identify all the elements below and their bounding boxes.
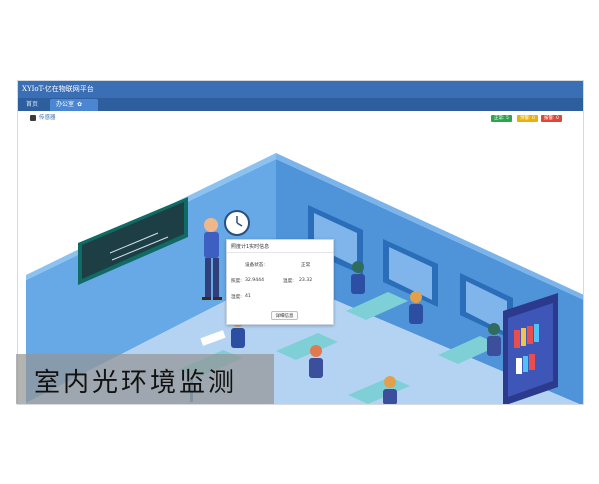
status-label: 设备状态: [245, 263, 265, 268]
temperature-value: 23.32 [299, 278, 313, 283]
popup-title: 照度计1实时信息 [231, 244, 270, 250]
checkbox-checked-icon[interactable] [30, 115, 36, 121]
status-value: 正常 [301, 263, 311, 268]
humidity-label: 湿度: [231, 295, 242, 300]
caption-banner: 室内光环境监测 [16, 354, 274, 404]
normal-count-badge: 正常: 5 [491, 115, 512, 122]
tab-office-label: 办公室 [56, 101, 75, 108]
illuminance-label: 照度: [231, 279, 242, 284]
tab-home-label: 首页 [26, 101, 39, 108]
gear-icon[interactable]: ✿ [77, 101, 82, 108]
illuminance-value: 32.9444 [245, 278, 264, 283]
tab-office[interactable]: 办公室 ✿ [50, 99, 98, 111]
sensor-info-popup: 照度计1实时信息 设备状态: 正常 照度: 32.9444 温度: 23.32 … [226, 239, 334, 325]
window-title: XYIoT-亿在物联网平台 [18, 81, 583, 98]
tab-bar: 首页 办公室 ✿ [18, 98, 583, 111]
tab-home[interactable]: 首页 [20, 99, 44, 111]
sensor-filter-label[interactable]: 传感器 [39, 113, 56, 121]
temperature-label: 温度: [283, 279, 294, 284]
warning-count-badge: 预警: 0 [517, 115, 538, 122]
popup-divider [227, 252, 333, 253]
toolbar: 传感器 正常: 5 预警: 0 报警: 0 [18, 111, 583, 125]
caption-text: 室内光环境监测 [34, 368, 238, 398]
clock-icon [224, 210, 250, 236]
humidity-value: 41 [245, 294, 251, 299]
alarm-count-badge: 报警: 0 [541, 115, 562, 122]
details-button[interactable]: 详细信息 [271, 311, 298, 320]
